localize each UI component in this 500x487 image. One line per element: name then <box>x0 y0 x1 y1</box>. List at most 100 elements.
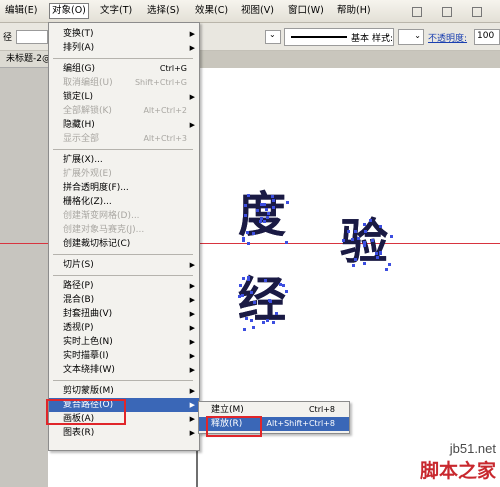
menu-edit[interactable]: 编辑(E) <box>5 4 37 18</box>
menu-separator <box>53 149 193 150</box>
submenu-arrow-icon: ▶ <box>189 415 195 423</box>
submenu-arrow-icon: ▶ <box>189 282 195 290</box>
anchor-point <box>268 300 272 304</box>
submenu-item[interactable]: 建立(M) Ctrl+8 <box>199 403 349 417</box>
opacity-link[interactable]: 不透明度: <box>428 31 467 44</box>
menu-item: 扩展外观(E) <box>49 167 199 181</box>
pasteboard <box>0 68 48 487</box>
watermark: jb51.net 脚本之家 <box>420 441 496 483</box>
menu-item[interactable]: 变换(T) ▶ <box>49 27 199 41</box>
menu-item[interactable]: 切片(S) ▶ <box>49 258 199 272</box>
menu-select[interactable]: 选择(S) <box>147 4 179 18</box>
object-menu: 变换(T) ▶ 排列(A) ▶ 编组(G) Ctrl+G 取消编组(U) Shift+Ctrl… <box>48 22 200 451</box>
submenu-arrow-icon: ▶ <box>189 261 195 269</box>
submenu-arrow-icon: ▶ <box>189 296 195 304</box>
menu-item-label: 锁定(L) <box>63 92 94 102</box>
submenu-arrow-icon: ▶ <box>189 310 195 318</box>
menu-item-label: 扩展(X)... <box>63 155 103 165</box>
submenu-arrow-icon: ▶ <box>189 401 195 409</box>
anchor-point <box>368 219 372 223</box>
menu-item[interactable]: 路径(P) ▶ <box>49 279 199 293</box>
stroke-line-preview <box>291 36 347 38</box>
anchor-point <box>266 216 270 220</box>
style-label: 样式: <box>372 34 394 44</box>
menu-item[interactable]: 剪切蒙版(M) ▶ <box>49 384 199 398</box>
menu-item-shortcut: Alt+Ctrl+2 <box>143 106 187 115</box>
menu-view[interactable]: 视图(V) <box>241 4 274 18</box>
menu-effect[interactable]: 效果(C) <box>195 4 228 18</box>
anchor-point <box>246 276 250 280</box>
style-select[interactable]: ⌄ <box>398 29 424 45</box>
menu-object[interactable]: 对象(O) <box>49 3 89 19</box>
menu-separator <box>53 275 193 276</box>
anchor-point <box>364 230 368 234</box>
anchor-point <box>242 277 246 281</box>
anchor-point <box>260 203 264 207</box>
menu-window[interactable]: 窗口(W) <box>288 4 324 18</box>
anchor-point <box>249 319 253 323</box>
anchor-point <box>244 214 248 218</box>
watermark-site: jb51.net <box>449 441 496 456</box>
fill-swatch[interactable] <box>16 30 48 44</box>
submenu-arrow-icon: ▶ <box>189 30 195 38</box>
anchor-point <box>274 312 278 316</box>
chevron-down-icon: ⌄ <box>414 31 421 40</box>
menu-item-label: 创建裁切标记(C) <box>63 239 131 249</box>
anchor-point <box>258 219 262 223</box>
menu-item[interactable]: 扩展(X)... <box>49 153 199 167</box>
menu-item[interactable]: 实时上色(N) ▶ <box>49 335 199 349</box>
submenu-arrow-icon: ▶ <box>189 338 195 346</box>
menu-help[interactable]: 帮助(H) <box>337 4 371 18</box>
menu-item[interactable]: 实时描摹(I) ▶ <box>49 349 199 363</box>
menu-item-label: 图表(R) <box>63 428 95 438</box>
menu-item-shortcut: Alt+Ctrl+3 <box>143 134 187 143</box>
menu-item-label: 文本绕排(W) <box>63 365 115 375</box>
menu-item-label: 取消编组(U) <box>63 78 113 88</box>
anchor-point <box>353 230 357 234</box>
anchor-point <box>378 224 382 228</box>
anchor-point <box>371 238 375 242</box>
anchor-point <box>342 239 346 243</box>
menu-item[interactable]: 透视(P) ▶ <box>49 321 199 335</box>
submenu-arrow-icon: ▶ <box>189 121 195 129</box>
menu-item[interactable]: 图表(R) ▶ <box>49 426 199 440</box>
menu-item-label: 透视(P) <box>63 323 94 333</box>
menu-item-label: 栅格化(Z)... <box>63 197 112 207</box>
menu-item[interactable]: 隐藏(H) ▶ <box>49 118 199 132</box>
anchor-point <box>281 283 285 287</box>
anchor-point <box>362 261 366 265</box>
menu-item-label: 显示全部 <box>63 134 100 144</box>
menu-item[interactable]: 创建裁切标记(C) <box>49 237 199 251</box>
checkbox-icon <box>442 7 452 17</box>
anchor-point <box>284 289 288 293</box>
opacity-input[interactable]: 100 <box>474 29 500 45</box>
menu-item[interactable]: 编组(G) Ctrl+G <box>49 62 199 76</box>
menu-item[interactable]: 锁定(L) ▶ <box>49 90 199 104</box>
anchor-point <box>388 262 392 266</box>
menu-item-shortcut: Shift+Ctrl+G <box>134 78 187 87</box>
menu-separator <box>53 380 193 381</box>
anchor-point <box>249 291 253 295</box>
menu-item-label: 全部解锁(K) <box>63 106 112 116</box>
anchor-point <box>378 251 382 255</box>
menu-type[interactable]: 文字(T) <box>100 4 132 18</box>
dropdown-arrow[interactable]: ⌄ <box>265 30 281 44</box>
menu-item[interactable]: 拼合透明度(F)... <box>49 181 199 195</box>
menu-item-label: 排列(A) <box>63 43 95 53</box>
menu-item[interactable]: 排列(A) ▶ <box>49 41 199 55</box>
menu-item[interactable]: 文本绕排(W) ▶ <box>49 363 199 377</box>
annotation-box-release <box>206 416 262 437</box>
checkbox-icon <box>472 7 482 17</box>
menu-item[interactable]: 栅格化(Z)... <box>49 195 199 209</box>
anchor-point <box>285 200 289 204</box>
menu-item: 全部解锁(K) Alt+Ctrl+2 <box>49 104 199 118</box>
menu-item[interactable]: 混合(B) ▶ <box>49 293 199 307</box>
anchor-point <box>262 220 266 224</box>
menu-item-label: 编组(G) <box>63 64 95 74</box>
menu-item[interactable]: 封套扭曲(V) ▶ <box>49 307 199 321</box>
opacity-value: 100 <box>477 31 495 41</box>
anchor-point <box>265 319 269 323</box>
anchor-point <box>239 284 243 288</box>
submenu-arrow-icon: ▶ <box>189 44 195 52</box>
anchor-point <box>245 231 249 235</box>
